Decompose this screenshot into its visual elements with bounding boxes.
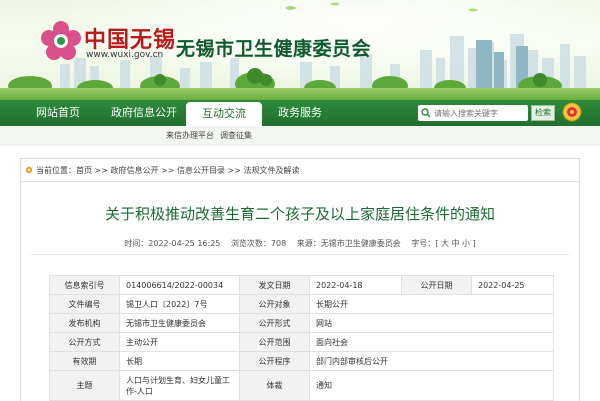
plum-blossom-logo-icon: [41, 21, 81, 60]
site-title: 无锡市卫生健康委员会: [176, 38, 372, 60]
table-cell-label: 公开日期: [401, 275, 472, 295]
nav-item-interaction[interactable]: 互动交流: [186, 102, 262, 126]
publish-time: 时间：2022-04-25 16:25: [124, 239, 221, 248]
table-cell-value: 人口与计划生育、妇女儿童工作-人口: [119, 370, 240, 401]
table-cell-value: 长期公开: [309, 294, 554, 314]
table-cell-value: 无锡市卫生健康委员会: [119, 313, 240, 333]
search-input[interactable]: [434, 105, 526, 121]
emblem-icon: [562, 102, 582, 122]
table-cell-value: 014006614/2022-00034: [119, 275, 240, 295]
article-container: 当前位置：首页 >> 政府信息公开 >> 信息公开目录 >> 法规文件及解读 关…: [20, 158, 580, 401]
table-cell-value: 2022-04-25: [471, 275, 554, 295]
location-icon: [25, 166, 33, 174]
table-cell-label: 公开对象: [239, 294, 310, 314]
table-cell-value: 2022-04-18: [309, 275, 402, 295]
logo-url: www.wuxi.gov.cn: [86, 50, 164, 60]
header-banner: 中国无锡 www.wuxi.gov.cn 无锡市卫生健康委员会: [0, 0, 600, 100]
table-cell-label: 主题: [49, 370, 120, 401]
table-cell-label: 发文日期: [239, 275, 310, 295]
table-cell-label: 信息索引号: [49, 275, 120, 295]
table-row: 有效期 长期 公开程序 部门内部审核后公开: [49, 351, 554, 371]
table-cell-value: 通知: [309, 370, 554, 401]
divider: [31, 254, 569, 255]
table-cell-label: 有效期: [49, 351, 120, 371]
nav-item-gov-info[interactable]: 政府信息公开: [96, 100, 192, 126]
table-cell-label: 公开程序: [239, 351, 310, 371]
breadcrumb-item-catalog[interactable]: 信息公开目录: [177, 166, 225, 175]
subnav-item-letter-platform[interactable]: 来信办理平台: [166, 130, 214, 141]
breadcrumb-separator: >>: [158, 166, 177, 175]
breadcrumb-prefix: 当前位置：: [36, 166, 76, 175]
view-count: 浏览次数：708: [230, 239, 287, 248]
table-cell-value: 部门内部审核后公开: [309, 351, 554, 371]
search-icon: [421, 108, 431, 118]
table-row: 信息索引号 014006614/2022-00034 发文日期 2022-04-…: [49, 275, 554, 295]
table-cell-value: 主动公开: [119, 332, 240, 352]
table-row: 发布机构 无锡市卫生健康委员会 公开形式 网站: [49, 313, 554, 333]
search-button[interactable]: 检索: [531, 105, 555, 121]
table-cell-label: 体裁: [239, 370, 310, 401]
breadcrumb-separator: >>: [225, 166, 244, 175]
sub-nav: 来信办理平台 | 调查征集: [0, 126, 600, 146]
table-row: 主题 人口与计划生育、妇女儿童工作-人口 体裁 通知: [49, 370, 554, 401]
table-cell-value: 网站: [309, 313, 554, 333]
breadcrumb-item-gov-info[interactable]: 政府信息公开: [111, 166, 159, 175]
divider: [21, 181, 579, 182]
breadcrumb-item-regulations[interactable]: 法规文件及解读: [244, 166, 300, 175]
document-meta: 时间：2022-04-25 16:25 浏览次数：708 来源：无锡市卫生健康委…: [21, 238, 579, 249]
table-cell-value: 长期: [119, 351, 240, 371]
document-title: 关于积极推动改善生育二个孩子及以上家庭居住条件的通知: [104, 205, 495, 223]
font-size-switcher[interactable]: 字号：[ 大 中 小 ]: [411, 239, 475, 248]
breadcrumb-item-home[interactable]: 首页: [76, 166, 92, 175]
search-box: [418, 105, 528, 121]
breadcrumb: 当前位置：首页 >> 政府信息公开 >> 信息公开目录 >> 法规文件及解读: [25, 165, 300, 176]
info-table: 信息索引号 014006614/2022-00034 发文日期 2022-04-…: [49, 275, 554, 401]
table-cell-label: 发布机构: [49, 313, 120, 333]
source: 来源：无锡市卫生健康委员会: [296, 239, 401, 248]
table-row: 文件编号 锡卫人口〔2022〕7号 公开对象 长期公开: [49, 294, 554, 314]
wuxi-logo[interactable]: 中国无锡 www.wuxi.gov.cn: [40, 20, 180, 66]
nav-item-gov-service[interactable]: 政务服务: [262, 100, 338, 126]
table-cell-label: 公开形式: [239, 313, 310, 333]
subnav-divider: |: [211, 130, 214, 139]
table-cell-label: 文件编号: [49, 294, 120, 314]
table-cell-label: 公开方式: [49, 332, 120, 352]
table-cell-label: 公开范围: [239, 332, 310, 352]
table-cell-value: 锡卫人口〔2022〕7号: [119, 294, 240, 314]
subnav-item-survey[interactable]: 调查征集: [220, 130, 252, 141]
table-row: 公开方式 主动公开 公开范围 面向社会: [49, 332, 554, 352]
breadcrumb-separator: >>: [92, 166, 111, 175]
nav-item-home[interactable]: 网站首页: [14, 100, 102, 126]
table-cell-value: 面向社会: [309, 332, 554, 352]
